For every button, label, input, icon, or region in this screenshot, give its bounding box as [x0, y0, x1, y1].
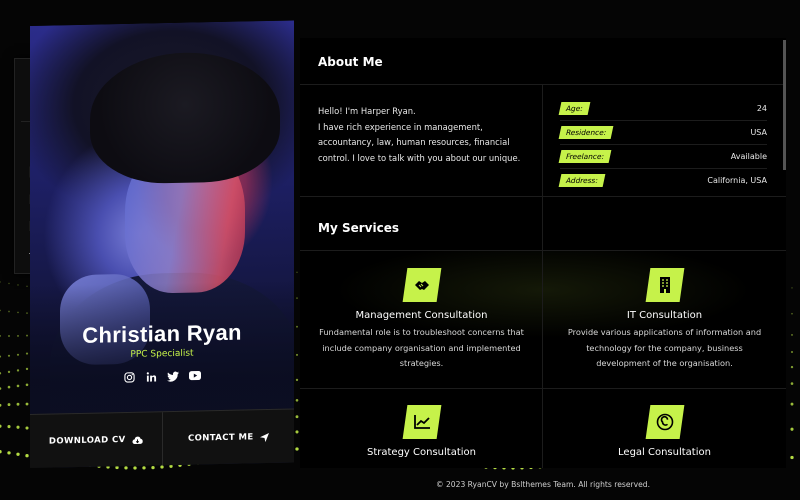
services-grid: Management Consultation Fundamental role…	[300, 250, 786, 468]
about-paragraph: I have rich experience in management, ac…	[318, 121, 521, 163]
info-key: Freelance:	[558, 149, 612, 163]
about-title: About Me	[318, 55, 383, 69]
info-row-age: Age: 24	[558, 96, 767, 121]
profile-name: Christian Ryan	[82, 319, 242, 348]
service-title: Legal Consultation	[618, 447, 711, 458]
divider	[300, 250, 786, 251]
info-row-residence: Residence: USA	[558, 120, 767, 145]
service-description: Provide various applications of informat…	[567, 327, 762, 369]
building-icon	[659, 277, 670, 293]
download-cv-button[interactable]: DOWNLOAD CV	[30, 412, 162, 468]
info-row-address: Address: California, USA	[558, 168, 767, 192]
info-value: USA	[750, 127, 767, 137]
divider	[300, 84, 786, 85]
youtube-link[interactable]	[188, 368, 202, 382]
service-description: Fundamental role is to troubleshoot conc…	[319, 327, 524, 369]
services-title: My Services	[318, 221, 399, 235]
info-key: Residence:	[558, 125, 614, 139]
divider	[542, 84, 543, 250]
copyright-icon	[656, 413, 673, 431]
contact-me-button[interactable]: CONTACT ME	[163, 409, 295, 466]
service-card: IT Consultation Provide various applicat…	[543, 268, 786, 372]
cloud-download-icon	[132, 436, 143, 444]
about-text: Hello! I'm Harper Ryan. I have rich expe…	[318, 104, 528, 166]
instagram-icon	[123, 371, 135, 383]
info-value: 24	[756, 103, 767, 113]
service-icon-badge	[645, 268, 684, 302]
service-title: Strategy Consultation	[367, 447, 476, 458]
youtube-icon	[189, 370, 201, 381]
profile-photo	[30, 20, 294, 468]
scrollbar[interactable]	[783, 40, 786, 170]
scrollbar-thumb[interactable]	[783, 40, 786, 170]
divider	[300, 196, 786, 197]
service-icon-badge	[402, 405, 441, 439]
service-icon-badge	[645, 405, 684, 439]
service-card: Legal Consultation	[543, 405, 786, 458]
twitter-link[interactable]	[166, 369, 180, 383]
twitter-icon	[167, 371, 179, 382]
chart-icon	[413, 415, 430, 429]
card-actions: DOWNLOAD CV CONTACT ME	[30, 408, 294, 468]
content-panel: About Me Hello! I'm Harper Ryan. I have …	[300, 38, 786, 468]
profile-card: Christian Ryan PPC Specialist DOWNLOAD C…	[30, 20, 294, 468]
download-cv-label: DOWNLOAD CV	[48, 434, 126, 447]
info-value: California, USA	[707, 175, 767, 185]
service-icon-badge	[402, 268, 441, 302]
info-value: Available	[730, 151, 767, 161]
info-row-freelance: Freelance: Available	[558, 144, 767, 169]
service-title: Management Consultation	[355, 310, 488, 321]
info-key: Age:	[558, 101, 591, 115]
instagram-link[interactable]	[122, 370, 136, 384]
divider	[300, 388, 786, 389]
footer-copyright: © 2023 RyanCV by Bslthemes Team. All rig…	[435, 480, 651, 489]
send-icon	[259, 432, 269, 442]
service-card: Strategy Consultation	[300, 405, 543, 458]
service-title: IT Consultation	[626, 310, 703, 321]
about-greeting: Hello! I'm Harper Ryan.	[318, 106, 416, 116]
photo-hair	[90, 50, 280, 185]
service-card: Management Consultation Fundamental role…	[300, 268, 543, 372]
info-key: Address:	[558, 173, 606, 187]
contact-me-label: CONTACT ME	[187, 432, 254, 444]
handshake-icon	[414, 281, 429, 290]
linkedin-icon	[146, 371, 156, 382]
linkedin-link[interactable]	[144, 369, 158, 383]
